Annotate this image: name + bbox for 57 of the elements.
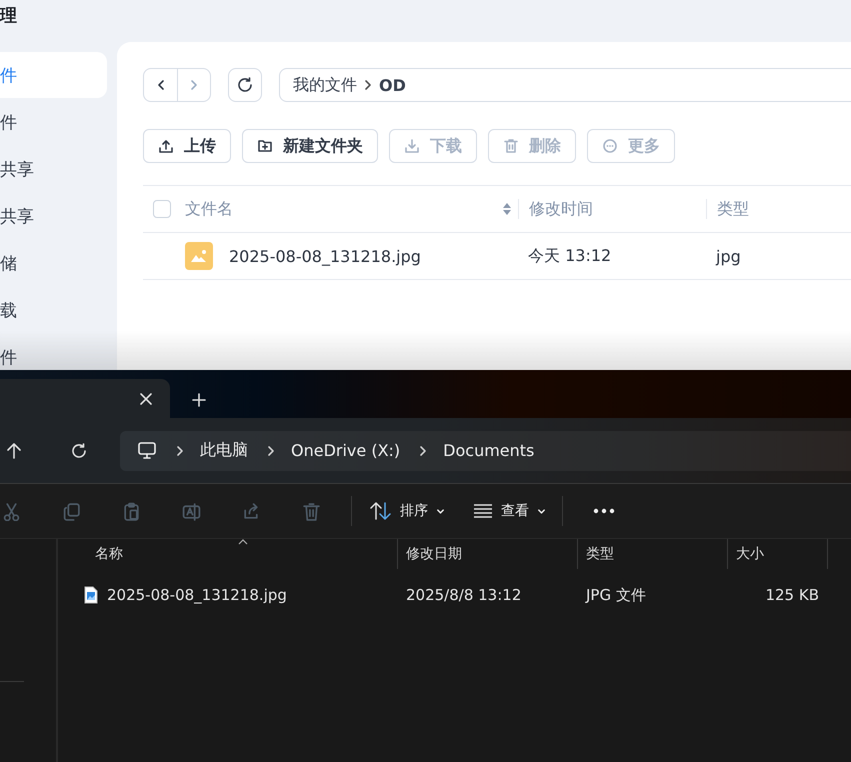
caret-icon [537, 506, 546, 516]
sidebar-item[interactable]: 储 [0, 240, 107, 286]
sort-arrows-icon [370, 501, 392, 521]
more-icon[interactable] [593, 508, 615, 514]
view-button[interactable]: 查看 [473, 502, 546, 520]
refresh-button[interactable] [228, 68, 262, 102]
select-all-checkbox[interactable] [153, 200, 171, 218]
lines-icon [473, 503, 493, 519]
sidebar-item[interactable]: 共享 [0, 146, 107, 192]
file-name[interactable]: 2025-08-08_131218.jpg [107, 586, 287, 604]
refresh-icon [70, 442, 88, 460]
up-arrow-icon[interactable] [5, 442, 23, 460]
image-file-icon [84, 586, 98, 604]
sidebar-item[interactable]: 共享 [0, 193, 107, 239]
sort-icon[interactable] [502, 201, 512, 217]
sidebar-item[interactable]: 件 [0, 52, 107, 98]
share-icon [242, 502, 260, 520]
folder-plus-icon [257, 138, 273, 154]
file-name[interactable]: 2025-08-08_131218.jpg [229, 246, 421, 266]
copy-icon [62, 502, 80, 520]
computer-icon [137, 440, 157, 460]
modified-date: 2025/8/8 13:12 [405, 586, 522, 604]
column-header[interactable]: 名称 [58, 539, 398, 569]
path-segment[interactable]: OD [379, 76, 406, 94]
trash-icon [503, 138, 519, 154]
file-type: jpg [714, 246, 742, 266]
close-icon[interactable] [139, 392, 153, 406]
trash-icon [302, 502, 320, 520]
rename-icon [182, 502, 200, 520]
column-header[interactable]: 大小 [728, 539, 828, 569]
column-header[interactable]: 类型 [578, 539, 728, 569]
download-icon [404, 138, 420, 154]
more-icon [602, 138, 618, 154]
new-tab-icon[interactable] [192, 393, 206, 407]
scissors-icon [2, 502, 20, 520]
refresh-icon [236, 76, 254, 94]
sidebar-item[interactable]: 载 [0, 287, 107, 333]
sort-button[interactable]: 排序 [370, 501, 445, 521]
breadcrumb-item[interactable]: OneDrive (X:) [291, 441, 400, 460]
file-size: 125 KB [764, 586, 820, 604]
image-file-icon [185, 242, 213, 270]
file-type: JPG 文件 [584, 586, 647, 604]
path-segment[interactable]: 我的文件 [293, 74, 357, 96]
clipboard-icon [122, 502, 140, 520]
column-header[interactable]: 修改日期 [398, 539, 578, 569]
caret-icon [436, 506, 445, 516]
address-bar[interactable]: 此电脑 OneDrive (X:) Documents [120, 430, 851, 470]
modified-time: 今天 13:12 [527, 246, 612, 266]
sidebar-item[interactable]: 件 [0, 99, 107, 145]
upload-button[interactable]: 上传 [143, 129, 231, 163]
upload-icon [158, 138, 174, 154]
sort-up-icon [238, 539, 248, 545]
sidebar-item[interactable]: 件 [0, 334, 107, 370]
breadcrumb-item[interactable]: 此电脑 [200, 440, 248, 461]
path-field[interactable]: 我的文件 OD [279, 68, 851, 102]
new-folder-button[interactable]: 新建文件夹 [242, 129, 378, 163]
breadcrumb-item[interactable]: Documents [443, 441, 534, 460]
